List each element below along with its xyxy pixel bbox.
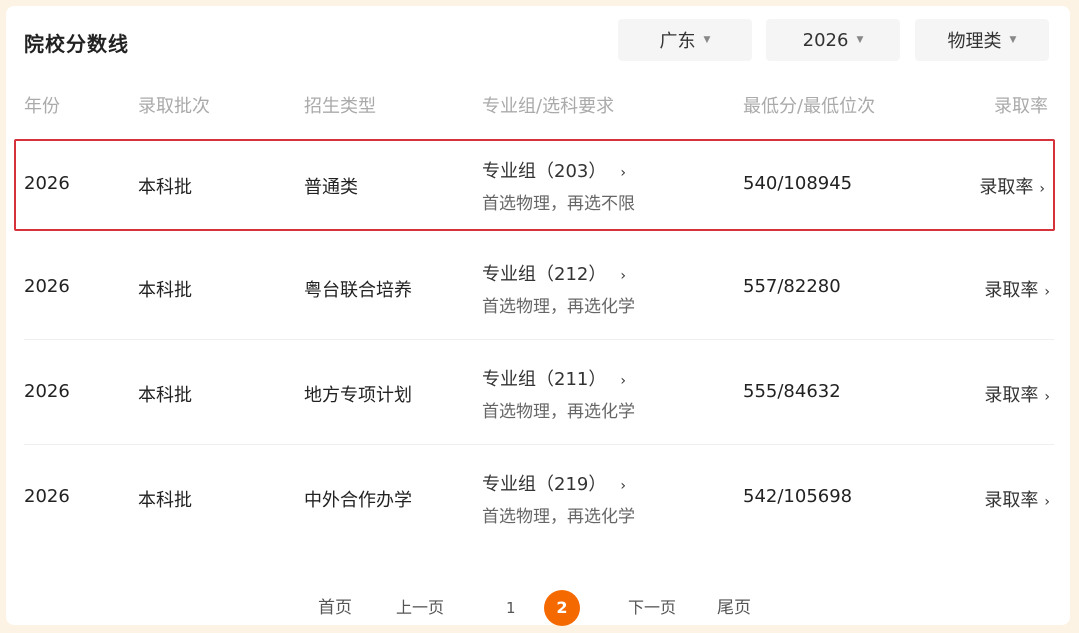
group-link[interactable]: 专业组（212） › 首选物理，再选化学 <box>482 260 635 317</box>
group-link[interactable]: 专业组（203） › 首选物理，再选不限 <box>482 157 635 214</box>
chevron-right-icon: › <box>620 478 626 494</box>
rate-label: 录取率 <box>979 177 1034 198</box>
province-value: 广东 <box>659 31 696 52</box>
group-link[interactable]: 专业组（219） › 首选物理，再选化学 <box>482 470 635 527</box>
score-line-card: 院校分数线 广东 ▼ 2026 ▼ 物理类 ▼ 年份 录取批次 招生类型 专业组… <box>6 6 1070 626</box>
table-row: 2026 本科批 中外合作办学 专业组（219） › 首选物理，再选化学 542/… <box>24 444 1054 549</box>
table-row: 2026 本科批 粤台联合培养 专业组（212） › 首选物理，再选化学 557/… <box>24 234 1054 340</box>
subject-requirement: 首选物理，再选化学 <box>482 402 635 422</box>
row-year: 2026 <box>24 173 70 194</box>
row-type: 中外合作办学 <box>304 490 412 511</box>
admission-rate-link[interactable]: 录取率 › <box>984 381 1050 407</box>
group-title: 专业组（203） <box>482 161 607 182</box>
group-title: 专业组（219） <box>482 474 607 495</box>
province-select[interactable]: 广东 ▼ <box>618 19 752 61</box>
admission-rate-link[interactable]: 录取率 › <box>979 173 1045 199</box>
row-year: 2026 <box>24 276 70 297</box>
column-score: 最低分/最低位次 <box>743 96 876 117</box>
table-header: 年份 录取批次 招生类型 专业组/选科要求 最低分/最低位次 录取率 <box>6 92 1070 117</box>
year-value: 2026 <box>802 29 849 51</box>
group-title: 专业组（211） <box>482 369 607 390</box>
row-type: 普通类 <box>304 177 358 198</box>
rate-label: 录取率 <box>984 490 1039 511</box>
column-group: 专业组/选科要求 <box>482 96 615 117</box>
chevron-right-icon: › <box>1044 284 1050 300</box>
rate-label: 录取率 <box>984 280 1039 301</box>
row-batch: 本科批 <box>138 177 192 198</box>
first-page-button[interactable]: 首页 <box>318 590 352 626</box>
group-title: 专业组（212） <box>482 264 607 285</box>
chevron-right-icon: › <box>1044 389 1050 405</box>
subject-value: 物理类 <box>947 31 1002 52</box>
page-2-button[interactable]: 2 <box>544 590 580 626</box>
admission-rate-link[interactable]: 录取率 › <box>984 276 1050 302</box>
caret-down-icon: ▼ <box>1009 35 1017 45</box>
next-page-button[interactable]: 下一页 <box>628 590 676 626</box>
row-year: 2026 <box>24 381 70 402</box>
subject-requirement: 首选物理，再选化学 <box>482 507 635 527</box>
row-batch: 本科批 <box>138 385 192 406</box>
row-batch: 本科批 <box>138 280 192 301</box>
chevron-right-icon: › <box>1039 181 1045 197</box>
chevron-right-icon: › <box>620 268 626 284</box>
page-title: 院校分数线 <box>24 32 129 56</box>
caret-down-icon: ▼ <box>856 35 864 45</box>
column-batch: 录取批次 <box>138 96 210 117</box>
row-score: 542/105698 <box>743 486 853 507</box>
column-rate: 录取率 <box>994 96 1048 117</box>
chevron-right-icon: › <box>620 165 626 181</box>
pagination: 首页 上一页 1 2 下一页 尾页 <box>6 590 1070 626</box>
table-row: 2026 本科批 地方专项计划 专业组（211） › 首选物理，再选化学 555/… <box>24 339 1054 445</box>
admission-rate-link[interactable]: 录取率 › <box>984 486 1050 512</box>
last-page-button[interactable]: 尾页 <box>717 590 751 626</box>
row-score: 555/84632 <box>743 381 841 402</box>
subject-requirement: 首选物理，再选化学 <box>482 297 635 317</box>
row-score: 540/108945 <box>743 173 853 194</box>
subject-select[interactable]: 物理类 ▼ <box>915 19 1049 61</box>
table-row: 2026 本科批 普通类 专业组（203） › 首选物理，再选不限 540/108… <box>14 139 1055 231</box>
row-type: 粤台联合培养 <box>304 280 412 301</box>
group-link[interactable]: 专业组（211） › 首选物理，再选化学 <box>482 365 635 422</box>
rate-label: 录取率 <box>984 385 1039 406</box>
subject-requirement: 首选物理，再选不限 <box>482 194 635 214</box>
row-type: 地方专项计划 <box>304 385 412 406</box>
caret-down-icon: ▼ <box>703 35 711 45</box>
row-batch: 本科批 <box>138 490 192 511</box>
year-select[interactable]: 2026 ▼ <box>766 19 900 61</box>
page-1-button[interactable]: 1 <box>506 590 516 626</box>
chevron-right-icon: › <box>620 373 626 389</box>
chevron-right-icon: › <box>1044 494 1050 510</box>
row-year: 2026 <box>24 486 70 507</box>
column-year: 年份 <box>24 96 60 117</box>
row-score: 557/82280 <box>743 276 841 297</box>
column-type: 招生类型 <box>304 96 376 117</box>
prev-page-button[interactable]: 上一页 <box>396 590 444 626</box>
